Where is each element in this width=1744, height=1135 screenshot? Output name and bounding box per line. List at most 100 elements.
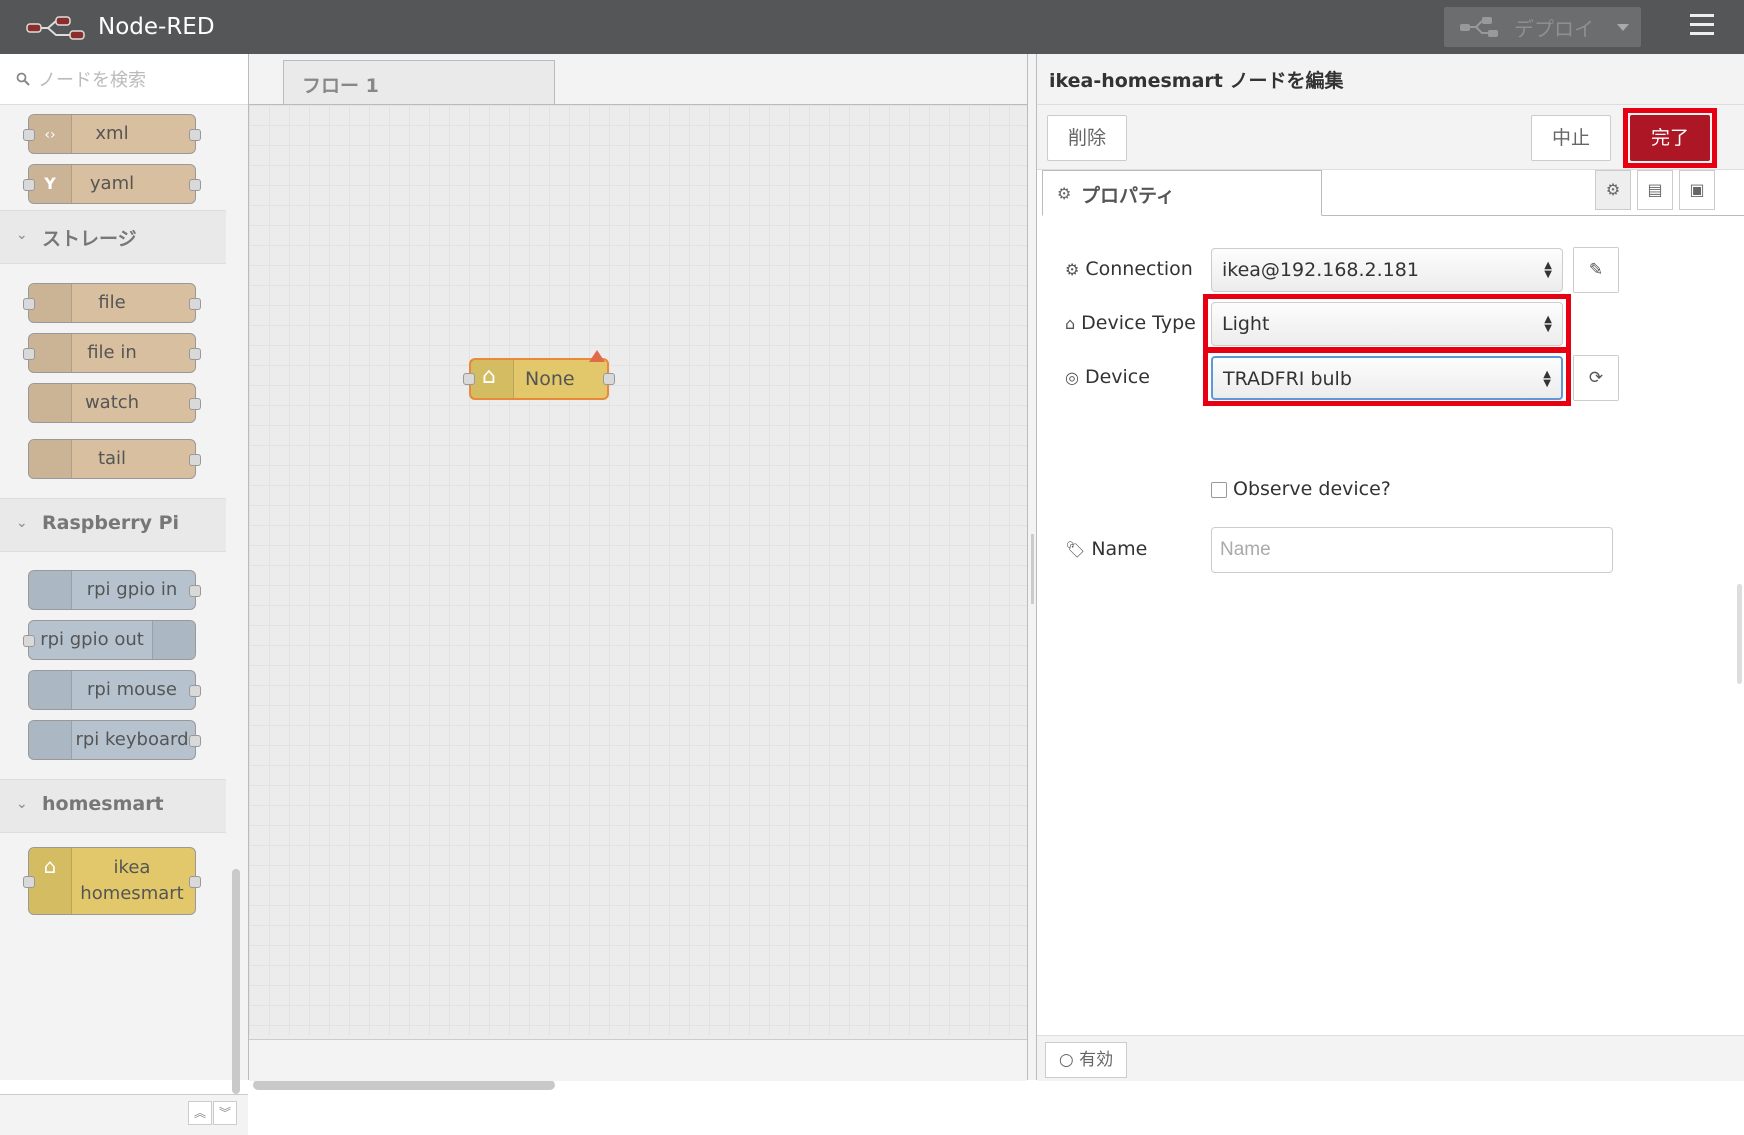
deploy-icon [1460, 17, 1498, 37]
palette-node-tail[interactable]: tail [28, 439, 201, 479]
palette-node-rpi-mouse[interactable]: rpi mouse [28, 670, 201, 710]
palette-node-watch[interactable]: watch [28, 383, 201, 423]
gear-icon: ⚙ [1065, 260, 1080, 279]
output-port [189, 348, 201, 360]
select-arrows-icon: ▲ ▼ [1544, 260, 1552, 280]
palette-node-label: file in [87, 342, 137, 363]
file-icon [29, 284, 72, 322]
appearance-frame-icon[interactable]: ▣ [1679, 170, 1715, 210]
device-type-highlight-box [1203, 294, 1571, 352]
deploy-button[interactable]: デプロイ [1444, 7, 1641, 47]
delete-button[interactable]: 削除 [1047, 115, 1127, 161]
output-port [189, 129, 201, 141]
name-label: 🏷 Name [1065, 538, 1148, 560]
category-title: ストレージ [42, 228, 137, 250]
expand-all-icon[interactable]: ︾ [213, 1101, 237, 1125]
home-icon: ⌂ [1065, 314, 1076, 333]
palette-node-file[interactable]: file [23, 283, 201, 323]
input-port[interactable] [463, 373, 475, 385]
palette-node-rpi-gpio-in[interactable]: rpi gpio in [28, 570, 201, 610]
output-port [189, 179, 201, 191]
chevron-down-icon: ⌄ [16, 227, 28, 243]
palette-node-xml[interactable]: ‹› xml [23, 114, 201, 154]
flow-node-label: None [525, 368, 575, 390]
lightbulb-icon: ◎ [1065, 368, 1079, 387]
input-port [23, 179, 35, 191]
editor-footer: ○ 有効 [1037, 1035, 1744, 1081]
tail-icon [29, 440, 72, 478]
flow-node-ikea-homesmart[interactable]: ⌂ None [463, 350, 615, 400]
palette-search [0, 54, 248, 105]
refresh-icon[interactable]: ⟳ [1573, 355, 1619, 401]
raspberry-icon [29, 671, 72, 709]
palette-node-rpi-gpio-out[interactable]: rpi gpio out [23, 620, 196, 660]
cancel-button[interactable]: 中止 [1531, 115, 1611, 161]
home-icon: ⌂ [471, 360, 514, 398]
palette-node-label: yaml [89, 173, 135, 194]
name-input[interactable] [1211, 527, 1613, 573]
category-header-raspberry-pi[interactable]: ⌄ Raspberry Pi [0, 498, 226, 552]
category-title: homesmart [42, 793, 164, 815]
done-highlight-box [1623, 108, 1717, 168]
output-port [189, 298, 201, 310]
palette-scrollbar[interactable] [232, 869, 240, 1094]
horizontal-scrollbar[interactable] [253, 1080, 555, 1090]
raspberry-icon [29, 721, 72, 759]
device-label: ◎ Device [1065, 366, 1150, 388]
editor-scrollbar[interactable] [1737, 584, 1742, 684]
main-menu-button[interactable] [1680, 14, 1724, 40]
palette-node-yaml[interactable]: Y yaml [23, 164, 201, 204]
tab-flow-1[interactable]: フロー 1 [283, 60, 555, 104]
connection-value: ikea@192.168.2.181 [1222, 259, 1419, 281]
category-header-homesmart[interactable]: ⌄ homesmart [0, 779, 226, 833]
collapse-all-icon[interactable]: ︽ [188, 1101, 212, 1125]
palette-node-ikea-homesmart[interactable]: ⌂ ikea homesmart [23, 847, 201, 915]
tag-icon: 🏷 [1065, 540, 1086, 559]
enable-toggle-button[interactable]: ○ 有効 [1045, 1042, 1127, 1078]
output-port [189, 398, 201, 410]
input-port [23, 298, 35, 310]
app-title: Node-RED [98, 14, 215, 40]
sidebar-splitter[interactable] [1027, 54, 1037, 1080]
input-port [23, 348, 35, 360]
chevron-down-icon: ⌄ [16, 796, 28, 812]
output-port [189, 454, 201, 466]
output-port [189, 735, 201, 747]
raspberry-icon [152, 621, 195, 659]
observe-device-label: Observe device? [1233, 478, 1391, 500]
settings-tab-gear-icon[interactable]: ⚙ [1595, 170, 1631, 210]
node-red-logo-icon [26, 16, 85, 40]
search-icon [16, 72, 30, 86]
chevron-down-icon: ⌄ [16, 515, 28, 531]
category-header-storage[interactable]: ⌄ ストレージ [0, 210, 226, 264]
palette-node-label: rpi gpio in [86, 579, 178, 600]
hamburger-icon [1690, 14, 1714, 17]
palette-node-rpi-keyboard[interactable]: rpi keyboard [28, 720, 201, 760]
palette-node-file-in[interactable]: file in [23, 333, 201, 373]
observe-device-checkbox[interactable] [1211, 482, 1227, 498]
output-port[interactable] [603, 373, 615, 385]
output-port [189, 685, 201, 697]
device-highlight-box [1203, 348, 1571, 406]
editor-header: ikea-homesmart ノードを編集 [1037, 54, 1744, 105]
xml-icon: ‹› [29, 115, 72, 153]
file-in-icon [29, 334, 72, 372]
editor-tabs: ⚙ プロパティ ⚙ ▤ ▣ [1037, 170, 1744, 216]
yaml-icon: Y [29, 165, 72, 203]
input-port [23, 635, 35, 647]
palette-node-label: watch [84, 392, 140, 413]
raspberry-icon [29, 571, 72, 609]
palette-node-label: xml [95, 123, 129, 144]
description-document-icon[interactable]: ▤ [1637, 170, 1673, 210]
edit-connection-pencil-icon[interactable]: ✎ [1573, 247, 1619, 293]
connection-select[interactable]: ikea@192.168.2.181 ▲ ▼ [1211, 248, 1563, 292]
tab-properties[interactable]: ⚙ プロパティ [1042, 170, 1322, 216]
editor-toolbar: 削除 中止 完了 [1037, 105, 1744, 170]
node-palette: ‹› xml Y yaml ⌄ ストレージ file file in watch… [0, 54, 249, 1135]
deploy-dropdown-caret-icon[interactable] [1606, 7, 1640, 47]
watch-icon [29, 384, 72, 422]
palette-search-input[interactable] [36, 64, 240, 96]
flow-canvas[interactable]: ⌂ None [249, 105, 1027, 1090]
palette-footer: ︽ ︾ [0, 1094, 248, 1135]
deploy-label: デプロイ [1514, 17, 1594, 41]
